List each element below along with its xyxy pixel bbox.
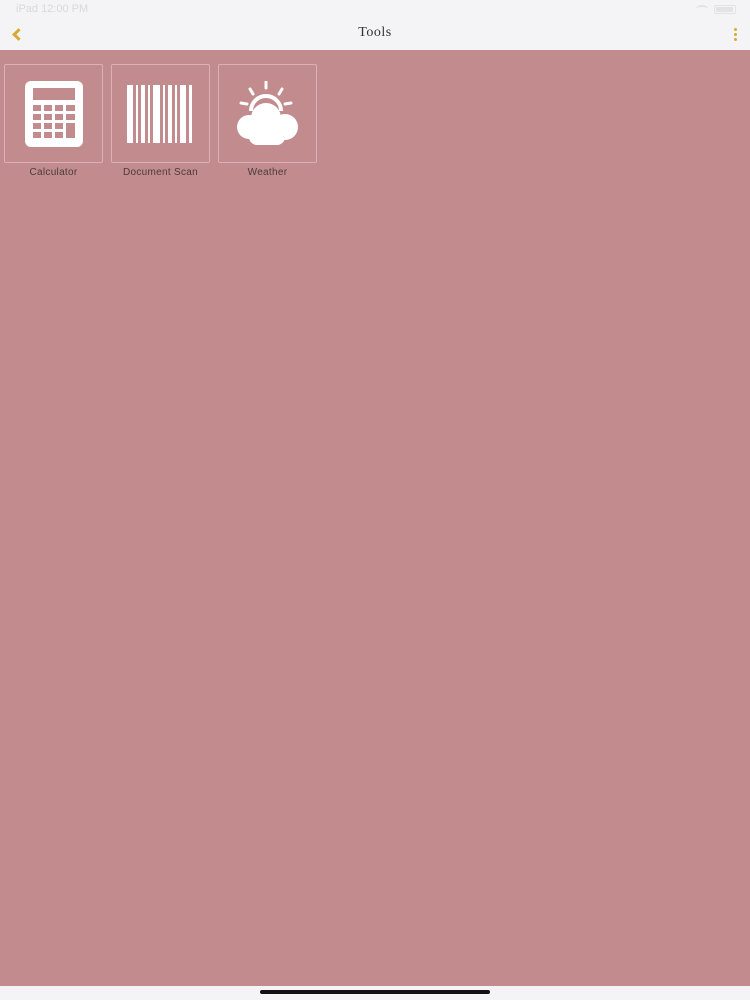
more-vertical-icon-dot [733, 37, 737, 41]
status-time: iPad 12:00 PM [16, 3, 89, 15]
tool-label-weather: Weather [247, 167, 288, 178]
tools-grid: Calculator Document Scan Weather [4, 64, 317, 178]
status-indicators [696, 4, 736, 14]
tool-tile[interactable] [111, 64, 210, 163]
home-indicator[interactable] [260, 990, 490, 994]
barcode-icon [126, 84, 192, 143]
battery-icon [714, 4, 736, 14]
tool-tile[interactable] [4, 64, 103, 163]
tool-label-calculator: Calculator [29, 167, 78, 178]
tool-document-scan[interactable]: Document Scan [111, 64, 210, 178]
tool-label-document-scan: Document Scan [122, 167, 199, 178]
calculator-icon [24, 80, 83, 147]
wifi-icon [696, 5, 708, 13]
navigation-bar: Tools [0, 18, 750, 50]
tool-calculator[interactable]: Calculator [4, 64, 103, 178]
page-title: Tools [358, 25, 392, 40]
home-indicator-area [0, 986, 750, 1000]
weather-sun-cloud-icon [236, 80, 298, 145]
status-bar: iPad 12:00 PM [0, 0, 750, 18]
tool-tile[interactable] [218, 64, 317, 163]
more-vertical-icon [733, 27, 737, 31]
more-vertical-icon-dot [733, 32, 737, 36]
tool-weather[interactable]: Weather [218, 64, 317, 178]
more-options-button[interactable] [728, 24, 742, 44]
